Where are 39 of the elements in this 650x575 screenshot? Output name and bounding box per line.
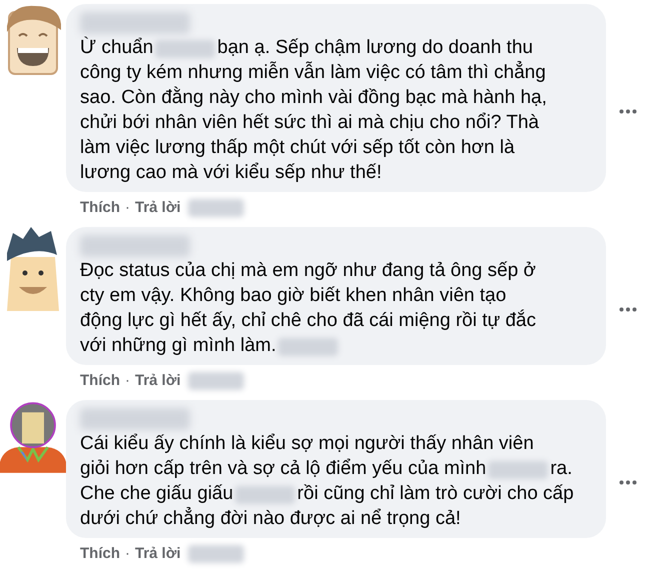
blurred-redaction <box>155 40 216 58</box>
comment-text: làm việc lương thấp một chút với sếp tốt còn hơn là <box>80 136 515 160</box>
cartoon-avatar-icon <box>5 4 61 76</box>
reply-link[interactable]: Trả lời <box>135 196 181 220</box>
comment-text: cty em vậy. Không bao giờ biết khen nhân viên tạo <box>80 284 506 308</box>
more-options-icon[interactable] <box>619 307 637 312</box>
comment-text: Cái kiểu ấy chính là kiểu sợ mọi người thấy nhân viên <box>80 432 534 456</box>
comment-text: chửi bới nhân viên hết sức thì ai mà chịu cho nổi? Thà <box>80 111 539 136</box>
like-link[interactable]: Thích <box>80 196 120 220</box>
separator-dot: · <box>125 198 130 218</box>
comment-text: động lực gì hết ấy, chỉ chê cho đã cái miệng rồi tự đắc <box>80 308 536 334</box>
blurred-redaction <box>235 486 296 504</box>
comment-text: giỏi hơn cấp trên và sợ cả lộ điểm yếu của mình <box>80 457 486 482</box>
blurred-redaction <box>278 338 338 356</box>
comment-text: với những gì mình làm. <box>80 334 276 358</box>
comment-text: ra. <box>550 457 572 482</box>
like-link[interactable]: Thích <box>80 370 120 392</box>
blurred-timestamp <box>188 372 244 390</box>
blurred-timestamp <box>188 199 244 217</box>
more-options-icon[interactable] <box>619 109 637 114</box>
reply-link[interactable]: Trả lời <box>135 542 181 566</box>
comment-text: bạn ạ. Sếp chậm lương do doanh thu <box>217 36 533 60</box>
more-options-icon[interactable] <box>619 480 637 485</box>
comment-text: Ừ chuẩn <box>80 36 154 60</box>
comment-text: dưới chứ chẳng đời nào được ai nể trọng cả! <box>80 506 461 532</box>
comment-text: Đọc status của chị mà em ngỡ như đang tả ông sếp ở <box>80 259 536 284</box>
cartoon-avatar-icon <box>0 400 66 476</box>
separator-dot: · <box>125 370 130 391</box>
like-link[interactable]: Thích <box>80 542 120 566</box>
separator-dot: · <box>125 544 130 564</box>
comment-text: sao. Còn đằng này cho mình vài đồng bạc mà hành hạ, <box>80 86 547 110</box>
cartoon-avatar-icon <box>5 227 61 311</box>
comment-text: rồi cũng chỉ làm trò cười cho cấp <box>297 482 574 506</box>
comment-text: Che che giấu giấu <box>80 482 234 506</box>
blurred-redaction <box>488 460 548 478</box>
comment-text: lương cao mà với kiểu sếp như thế! <box>80 161 382 186</box>
comment-text: công ty kém nhưng miễn vẫn làm việc có tâm thì chẳng <box>80 60 546 86</box>
blurred-timestamp <box>188 545 244 563</box>
reply-link[interactable]: Trả lời <box>135 370 181 392</box>
